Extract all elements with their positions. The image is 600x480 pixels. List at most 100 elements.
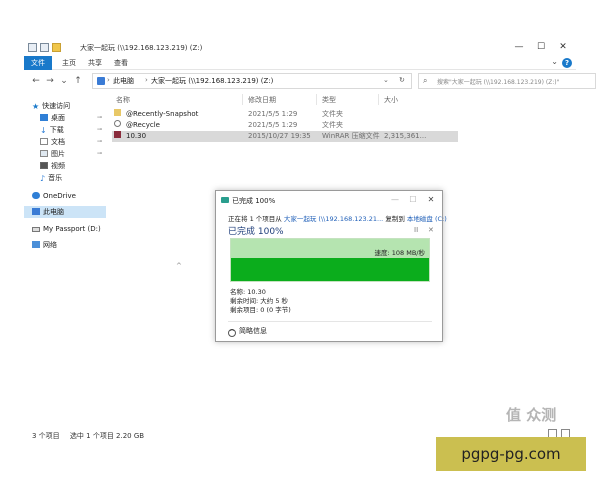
pin-icon[interactable]: ⊸ <box>97 136 102 148</box>
address-dropdown-icon[interactable]: ⌄ <box>383 76 389 84</box>
file-type: 文件夹 <box>322 121 343 129</box>
column-type[interactable]: 类型 <box>322 95 336 105</box>
pin-icon[interactable]: ⊸ <box>97 112 102 124</box>
refresh-button[interactable]: ↻ <box>399 76 405 84</box>
copy-progress-dialog: 已完成 100% — ☐ ✕ 正在将 1 个项目从 大家一起玩 (\\192.1… <box>215 190 447 342</box>
computer-icon <box>97 77 105 85</box>
window-titlebar: 大家一起玩 (\\192.168.123.219) (Z:) — ☐ ✕ <box>24 40 576 56</box>
source-link[interactable]: 大家一起玩 (\\192.168.123.21... <box>284 215 383 223</box>
pin-icon[interactable]: ⊸ <box>97 148 102 160</box>
file-name: @Recycle <box>126 121 160 129</box>
search-input[interactable]: ⌕ 搜索"大家一起玩 (\\192.168.123.219) (Z:)" <box>418 73 596 89</box>
column-date[interactable]: 修改日期 <box>248 95 276 105</box>
ribbon-expand-icon[interactable]: ⌄ <box>551 57 558 66</box>
file-row[interactable]: @Recently-Snapshot 2021/5/5 1:29 文件夹 <box>112 109 458 120</box>
file-date: 2021/5/5 1:29 <box>248 110 298 118</box>
sidebar-item-pictures[interactable]: 图片 ⊸ <box>24 148 106 160</box>
selection-info: 选中 1 个项目 2.20 GB <box>69 432 145 440</box>
breadcrumb-sep: › <box>145 76 148 84</box>
new-folder-icon[interactable] <box>52 43 61 52</box>
up-button[interactable]: ↑ <box>72 74 84 88</box>
network-icon <box>32 241 40 248</box>
copy-description: 正在将 1 个项目从 大家一起玩 (\\192.168.123.21... 复制… <box>228 215 447 223</box>
desktop-icon <box>40 114 48 121</box>
download-icon: ↓ <box>40 126 47 135</box>
quick-access-toolbar <box>28 43 61 52</box>
sidebar-item-music[interactable]: ♪ 音乐 <box>24 172 106 184</box>
dialog-close-button[interactable]: ✕ <box>422 193 440 206</box>
ribbon: 文件 主页 共享 查看 ⌄ ? <box>24 56 576 70</box>
file-type: 文件夹 <box>322 110 343 118</box>
sidebar-item-quick-access[interactable]: ★ 快速访问 <box>32 100 114 112</box>
explorer-icon <box>28 43 37 52</box>
watermark-banner: pgpg-pg.com <box>436 437 586 471</box>
column-name[interactable]: 名称 <box>116 95 130 105</box>
music-icon: ♪ <box>40 174 46 183</box>
watermark-logo: 值 众测 <box>506 406 557 424</box>
column-divider[interactable] <box>316 94 317 105</box>
sidebar-item-videos[interactable]: 视频 <box>24 160 106 172</box>
speed-graph-fill <box>231 257 429 281</box>
file-size: 2,315,361... <box>384 132 427 140</box>
tab-file[interactable]: 文件 <box>24 56 52 70</box>
watermark-site: pgpg-pg.com <box>461 445 561 463</box>
window-title: 大家一起玩 (\\192.168.123.219) (Z:) <box>80 44 203 52</box>
dialog-minimize-button[interactable]: — <box>386 193 404 206</box>
close-button[interactable]: ✕ <box>552 41 574 54</box>
tab-view[interactable]: 查看 <box>114 56 128 70</box>
pause-button[interactable]: II <box>414 226 418 234</box>
properties-icon[interactable] <box>40 43 49 52</box>
speed-label: 速度: 108 MB/秒 <box>374 249 426 257</box>
chevron-up-icon: ^ <box>228 329 236 337</box>
search-placeholder: 搜索"大家一起玩 (\\192.168.123.219) (Z:)" <box>437 79 560 86</box>
sidebar-item-desktop[interactable]: 桌面 ⊸ <box>24 112 106 124</box>
help-icon[interactable]: ? <box>562 58 572 68</box>
destination-link[interactable]: 本地磁盘 (C:) <box>407 215 447 223</box>
column-size[interactable]: 大小 <box>384 95 398 105</box>
documents-icon <box>40 138 48 145</box>
sidebar-item-onedrive[interactable]: OneDrive <box>24 190 106 202</box>
computer-icon <box>32 208 40 215</box>
file-date: 2021/5/5 1:29 <box>248 121 298 129</box>
column-divider[interactable] <box>378 94 379 105</box>
cancel-button[interactable]: ✕ <box>428 226 434 234</box>
pictures-icon <box>40 150 48 157</box>
search-icon: ⌕ <box>423 76 428 85</box>
sidebar-item-my-passport[interactable]: My Passport (D:) <box>24 223 106 235</box>
breadcrumb-drive[interactable]: 大家一起玩 (\\192.168.123.219) (Z:) <box>151 76 273 86</box>
folder-snapshot-icon <box>114 109 121 116</box>
column-headers: 名称 修改日期 类型 大小 <box>112 94 576 106</box>
sidebar-item-this-pc[interactable]: 此电脑 <box>24 206 106 218</box>
breadcrumb-sep: › <box>107 76 110 84</box>
column-divider[interactable] <box>242 94 243 105</box>
forward-button[interactable]: → <box>44 74 56 88</box>
breadcrumb-this-pc[interactable]: 此电脑 <box>113 76 134 86</box>
recent-locations-button[interactable]: ⌄ <box>58 74 70 88</box>
pin-icon[interactable]: ⊸ <box>97 124 102 136</box>
file-name: @Recently-Snapshot <box>126 110 199 118</box>
tab-home[interactable]: 主页 <box>62 56 76 70</box>
navigation-pane: ★ 快速访问 桌面 ⊸ ↓ 下载 ⊸ 文档 ⊸ 图片 ⊸ 视频 ♪ 音乐 OneDrive 此… <box>24 96 106 426</box>
sidebar-item-network[interactable]: 网络 <box>24 239 106 251</box>
navigation-bar: ← → ⌄ ↑ › 此电脑 › 大家一起玩 (\\192.168.123.219… <box>24 70 596 92</box>
transfer-speed-graph: 速度: 108 MB/秒 <box>230 238 430 282</box>
less-details-button[interactable]: ^ 简略信息 <box>228 326 267 337</box>
file-row[interactable]: 10.30 2015/10/27 19:35 WinRAR 压缩文件 2,315… <box>112 131 458 142</box>
maximize-button[interactable]: ☐ <box>530 41 552 54</box>
sidebar-item-downloads[interactable]: ↓ 下载 ⊸ <box>24 124 106 136</box>
star-icon: ★ <box>32 102 40 111</box>
address-bar[interactable]: › 此电脑 › 大家一起玩 (\\192.168.123.219) (Z:) ⌄… <box>92 73 412 89</box>
file-type: WinRAR 压缩文件 <box>322 132 380 140</box>
winrar-icon <box>114 131 121 138</box>
file-date: 2015/10/27 19:35 <box>248 132 311 140</box>
videos-icon <box>40 162 48 169</box>
minimize-button[interactable]: — <box>508 41 530 54</box>
file-row[interactable]: @Recycle 2021/5/5 1:29 文件夹 <box>112 120 458 131</box>
status-bar: 3 个项目 选中 1 个项目 2.20 GB <box>32 431 144 441</box>
dialog-maximize-button[interactable]: ☐ <box>404 193 422 206</box>
dialog-divider <box>228 321 432 322</box>
tab-share[interactable]: 共享 <box>88 56 102 70</box>
sidebar-item-documents[interactable]: 文档 ⊸ <box>24 136 106 148</box>
back-button[interactable]: ← <box>30 74 42 88</box>
sort-indicator-icon: ^ <box>176 262 182 270</box>
